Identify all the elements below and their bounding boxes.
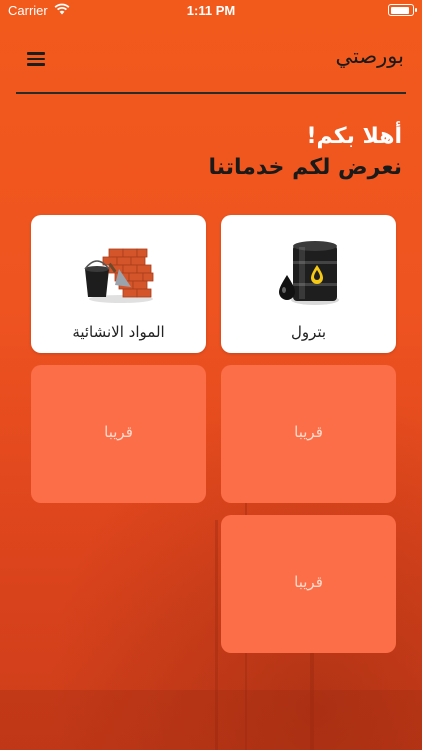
- oil-barrel-icon: [221, 237, 396, 307]
- card-construction-materials-label: المواد الانشائية: [72, 323, 165, 341]
- clock-time: 1:11 PM: [186, 3, 236, 18]
- header-divider: [16, 92, 406, 94]
- card-coming-soon[interactable]: قريبا: [31, 365, 206, 503]
- bricks-bucket-icon: [31, 237, 206, 307]
- card-construction-materials[interactable]: المواد الانشائية: [31, 215, 206, 353]
- greeting-block: أهلا بكم! نعرض لكم خدماتنا: [22, 122, 402, 184]
- card-petroleum-label: بترول: [290, 323, 327, 341]
- card-coming-soon[interactable]: قريبا: [221, 515, 396, 653]
- hamburger-menu-icon[interactable]: [27, 52, 49, 68]
- greeting-line1: أهلا بكم!: [306, 124, 403, 149]
- app-title: بورصتي: [335, 44, 404, 68]
- card-coming-soon-label: قريبا: [294, 573, 323, 591]
- card-coming-soon-label: قريبا: [104, 423, 133, 441]
- status-bar: Carrier 1:11 PM: [0, 0, 422, 22]
- greeting-line2: نعرض لكم خدماتنا: [208, 155, 402, 180]
- card-coming-soon[interactable]: قريبا: [221, 365, 396, 503]
- card-petroleum[interactable]: بترول: [221, 215, 396, 353]
- card-coming-soon-label: قريبا: [294, 423, 323, 441]
- battery-icon: [388, 4, 417, 16]
